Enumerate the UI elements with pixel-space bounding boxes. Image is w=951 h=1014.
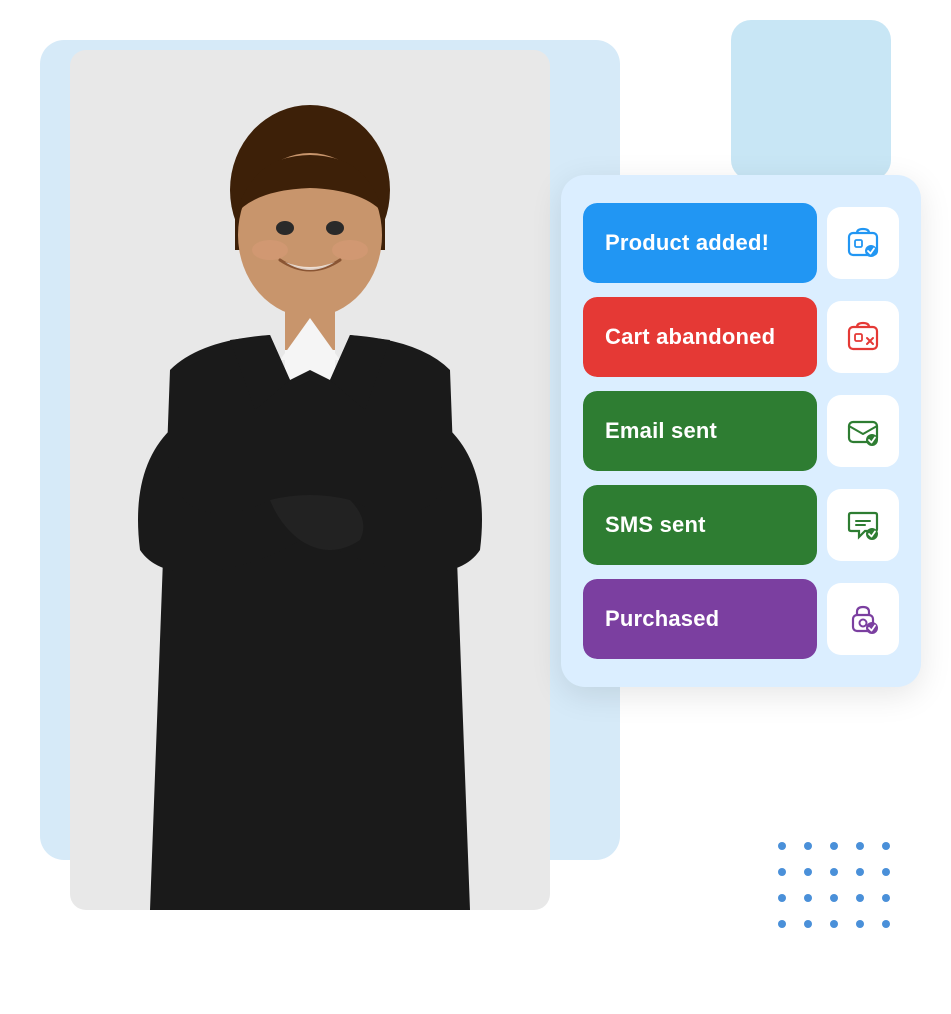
dot [830, 920, 838, 928]
sms-sent-label: SMS sent [583, 485, 817, 565]
dot [778, 920, 786, 928]
row-sms-sent: SMS sent [583, 485, 899, 565]
dot [830, 894, 838, 902]
dot [856, 868, 864, 876]
dot [882, 842, 890, 850]
dot [804, 868, 812, 876]
product-added-label: Product added! [583, 203, 817, 283]
row-purchased: Purchased [583, 579, 899, 659]
email-sent-icon [827, 395, 899, 467]
dot [778, 842, 786, 850]
dot-grid-decoration [778, 842, 896, 934]
dot [856, 842, 864, 850]
dot [856, 920, 864, 928]
product-added-icon [827, 207, 899, 279]
dot [882, 894, 890, 902]
sms-sent-icon [827, 489, 899, 561]
person-svg [70, 50, 550, 910]
dot [804, 842, 812, 850]
cart-abandoned-icon [827, 301, 899, 373]
dot [830, 842, 838, 850]
card-panel: Product added! Cart abandoned [561, 175, 921, 687]
dot [830, 868, 838, 876]
email-sent-label: Email sent [583, 391, 817, 471]
person-image [30, 30, 590, 910]
dot [778, 894, 786, 902]
cart-abandoned-label: Cart abandoned [583, 297, 817, 377]
dot [882, 868, 890, 876]
dot [856, 894, 864, 902]
dot [804, 920, 812, 928]
background-rect-accent [731, 20, 891, 180]
row-email-sent: Email sent [583, 391, 899, 471]
dot [882, 920, 890, 928]
dot [778, 868, 786, 876]
purchased-label: Purchased [583, 579, 817, 659]
row-cart-abandoned: Cart abandoned [583, 297, 899, 377]
dot [804, 894, 812, 902]
row-product-added: Product added! [583, 203, 899, 283]
scene: Product added! Cart abandoned [0, 0, 951, 1014]
purchased-icon [827, 583, 899, 655]
